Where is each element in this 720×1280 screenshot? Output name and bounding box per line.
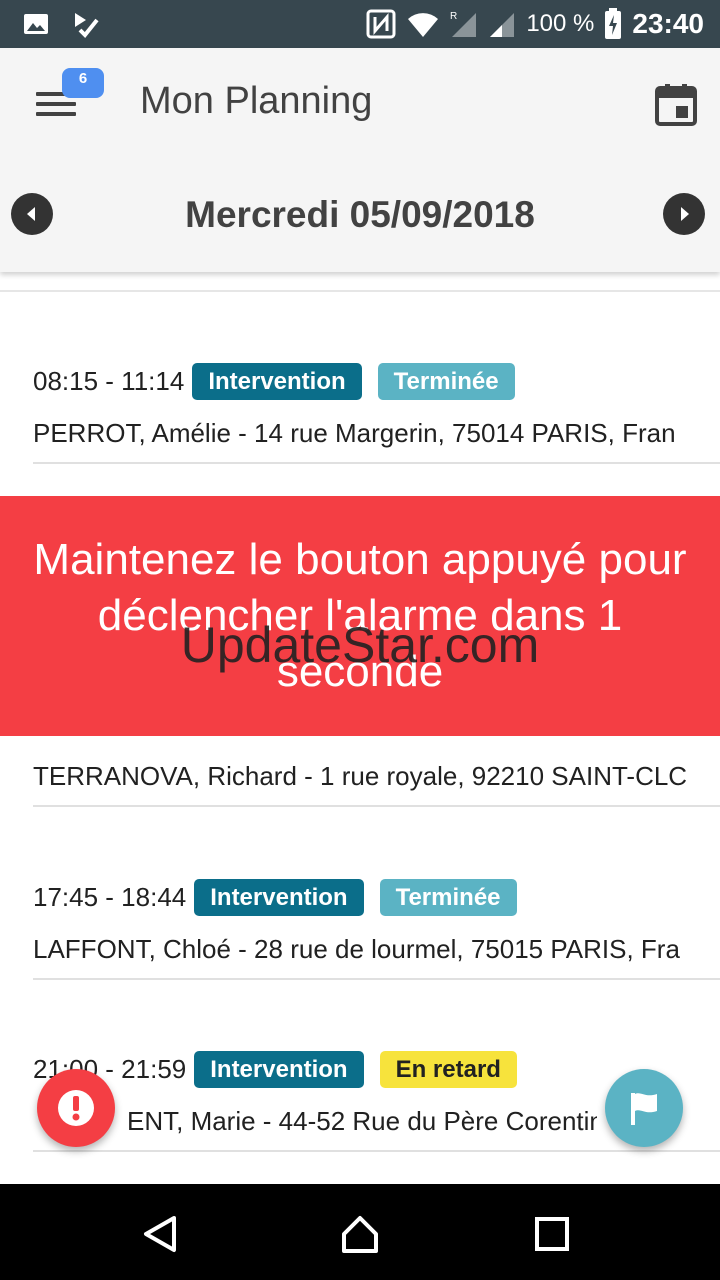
current-date: Mercredi 05/09/2018: [185, 194, 535, 235]
image-icon: [22, 10, 50, 38]
client-address: TERRANOVA, Richard - 1 rue royale, 92210…: [33, 761, 688, 791]
app-header: 6 Mon Planning Mercredi 05/09/2018: [0, 48, 720, 272]
recents-button[interactable]: [532, 1214, 572, 1254]
signal-roaming-icon: R: [450, 9, 478, 39]
back-button[interactable]: [140, 1214, 180, 1254]
time-range: 08:15 - 11:14: [33, 365, 185, 396]
battery-percent: 100 %: [526, 10, 595, 37]
chevron-right-icon: [681, 207, 689, 221]
divider: [33, 462, 720, 464]
flag-icon: [631, 1093, 657, 1125]
client-address: ENT, Marie - 44-52 Rue du Père Corentin: [127, 1106, 597, 1136]
status-badge: Terminée: [379, 878, 517, 916]
signal-icon: [488, 9, 516, 39]
flag-button[interactable]: [605, 1069, 683, 1147]
client-address: PERROT, Amélie - 14 rue Margerin, 75014 …: [33, 418, 676, 448]
check-app-icon: [72, 10, 100, 38]
battery-charging-icon: [604, 8, 622, 40]
calendar-button[interactable]: [654, 82, 698, 126]
back-icon: [144, 1216, 176, 1252]
home-icon: [342, 1216, 378, 1253]
time-range: 17:45 - 18:44: [33, 881, 187, 912]
page-title: Mon Planning: [140, 80, 373, 122]
divider: [33, 1150, 720, 1152]
alarm-button[interactable]: [37, 1069, 115, 1147]
list-item[interactable]: 08:15 - 11:14 Intervention Terminée PERR…: [0, 292, 720, 464]
alert-icon: [58, 1090, 94, 1126]
type-badge: Intervention: [194, 878, 364, 916]
home-button[interactable]: [340, 1214, 380, 1254]
status-badge: Terminée: [377, 362, 515, 400]
divider: [33, 805, 720, 807]
watermark: UpdateStar.com: [180, 617, 540, 673]
svg-text:R: R: [450, 11, 457, 22]
clock: 23:40: [632, 8, 704, 39]
next-day-button[interactable]: [663, 193, 705, 235]
type-badge: Intervention: [192, 362, 362, 400]
status-badge: En retard: [379, 1050, 517, 1088]
recents-icon: [535, 1217, 569, 1251]
notification-badge: 6: [62, 68, 104, 98]
client-address: LAFFONT, Chloé - 28 rue de lourmel, 7501…: [33, 934, 680, 964]
calendar-icon: [655, 84, 697, 126]
system-nav-bar: [0, 1184, 720, 1280]
wifi-icon: [406, 9, 440, 39]
status-bar: R 100 % 23:40: [0, 0, 720, 48]
type-badge: Intervention: [194, 1050, 364, 1088]
nfc-icon: [366, 9, 396, 39]
list-item[interactable]: 17:45 - 18:44 Intervention Terminée LAFF…: [0, 808, 720, 980]
